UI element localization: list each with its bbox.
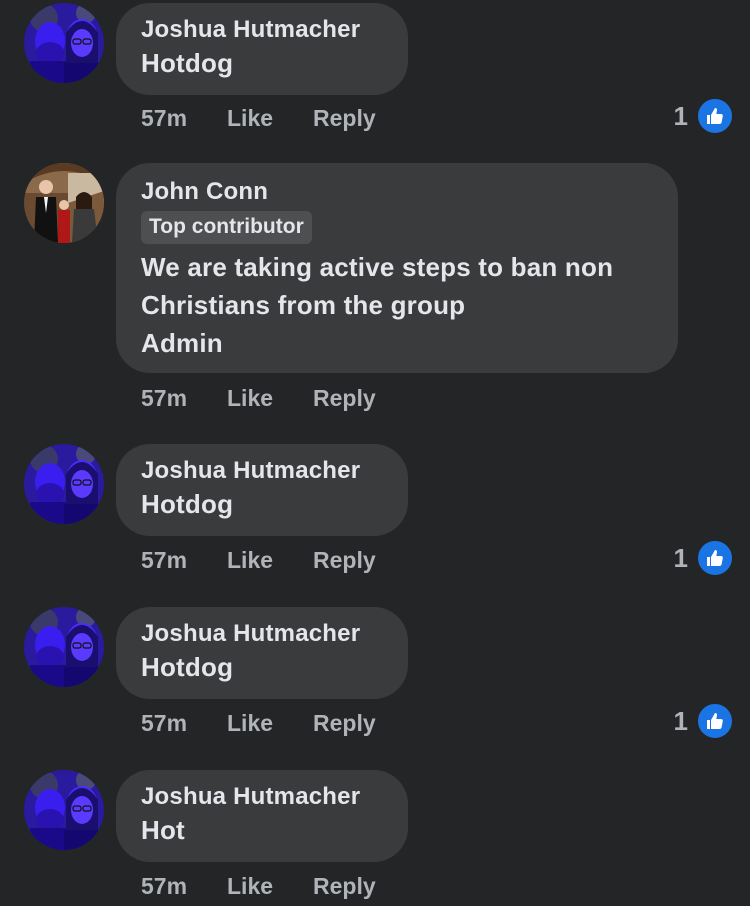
- comment-author[interactable]: Joshua Hutmacher: [141, 456, 382, 486]
- reaction-count: 1: [673, 100, 688, 131]
- comment-text-line: Hotdog: [141, 489, 234, 519]
- comment-text: We are taking active steps to ban non Ch…: [141, 248, 652, 362]
- avatar[interactable]: [24, 3, 104, 83]
- comment-timestamp[interactable]: 57m: [141, 385, 227, 412]
- comment-timestamp[interactable]: 57m: [141, 105, 227, 132]
- comment-text-line: Hotdog: [141, 48, 234, 78]
- comment-text-line: We are taking active steps to ban non: [141, 252, 614, 282]
- reaction-summary[interactable]: 1: [674, 702, 734, 740]
- couple-selfie-avatar-image: [24, 770, 104, 850]
- comment-text-line: Hot: [141, 815, 185, 845]
- comment-actions: 57m Like Reply: [141, 873, 376, 900]
- avatar[interactable]: [24, 444, 104, 524]
- like-button[interactable]: Like: [227, 710, 313, 737]
- like-button[interactable]: Like: [227, 385, 313, 412]
- reply-button[interactable]: Reply: [313, 547, 376, 574]
- avatar[interactable]: [24, 770, 104, 850]
- comment-text: Hotdog: [141, 486, 382, 522]
- comment-bubble: Joshua Hutmacher Hotdog: [116, 444, 408, 536]
- reaction-summary[interactable]: 1: [674, 97, 734, 135]
- reply-button[interactable]: Reply: [313, 105, 376, 132]
- comment-bubble: Joshua Hutmacher Hot: [116, 770, 408, 862]
- comment-text-line: Christians from the group: [141, 290, 466, 320]
- avatar[interactable]: [24, 607, 104, 687]
- like-button[interactable]: Like: [227, 105, 313, 132]
- comment-text: Hotdog: [141, 45, 382, 81]
- comment-timestamp[interactable]: 57m: [141, 873, 227, 900]
- reaction-summary[interactable]: 1: [674, 539, 734, 577]
- comment-author[interactable]: Joshua Hutmacher: [141, 619, 382, 649]
- comment-actions: 57m Like Reply: [141, 547, 376, 574]
- reaction-count: 1: [673, 542, 688, 573]
- comment-timestamp[interactable]: 57m: [141, 710, 227, 737]
- comment-text: Hot: [141, 812, 382, 848]
- comment-bubble: Joshua Hutmacher Hotdog: [116, 3, 408, 95]
- reply-button[interactable]: Reply: [313, 710, 376, 737]
- comment-timestamp[interactable]: 57m: [141, 547, 227, 574]
- comment-text-line: Admin: [141, 328, 223, 358]
- reply-button[interactable]: Reply: [313, 385, 376, 412]
- couple-selfie-avatar-image: [24, 607, 104, 687]
- thumbs-up-icon: [696, 539, 734, 577]
- comment-text-line: Hotdog: [141, 652, 234, 682]
- comment-author[interactable]: Joshua Hutmacher: [141, 782, 382, 812]
- like-button[interactable]: Like: [227, 547, 313, 574]
- family-photo-avatar-image: [24, 163, 104, 243]
- comment-bubble: Joshua Hutmacher Hotdog: [116, 607, 408, 699]
- comment-author[interactable]: Joshua Hutmacher: [141, 15, 382, 45]
- comment-author[interactable]: John Conn: [141, 177, 652, 207]
- comment-actions: 57m Like Reply: [141, 710, 376, 737]
- reply-button[interactable]: Reply: [313, 873, 376, 900]
- top-contributor-badge[interactable]: Top contributor: [141, 211, 312, 244]
- reaction-count: 1: [673, 705, 688, 736]
- comment-actions: 57m Like Reply: [141, 105, 376, 132]
- thumbs-up-icon: [696, 702, 734, 740]
- like-button[interactable]: Like: [227, 873, 313, 900]
- comment-bubble: John Conn Top contributor We are taking …: [116, 163, 678, 373]
- comment-actions: 57m Like Reply: [141, 385, 376, 412]
- couple-selfie-avatar-image: [24, 3, 104, 83]
- couple-selfie-avatar-image: [24, 444, 104, 524]
- comment-text: Hotdog: [141, 649, 382, 685]
- thumbs-up-icon: [696, 97, 734, 135]
- avatar[interactable]: [24, 163, 104, 243]
